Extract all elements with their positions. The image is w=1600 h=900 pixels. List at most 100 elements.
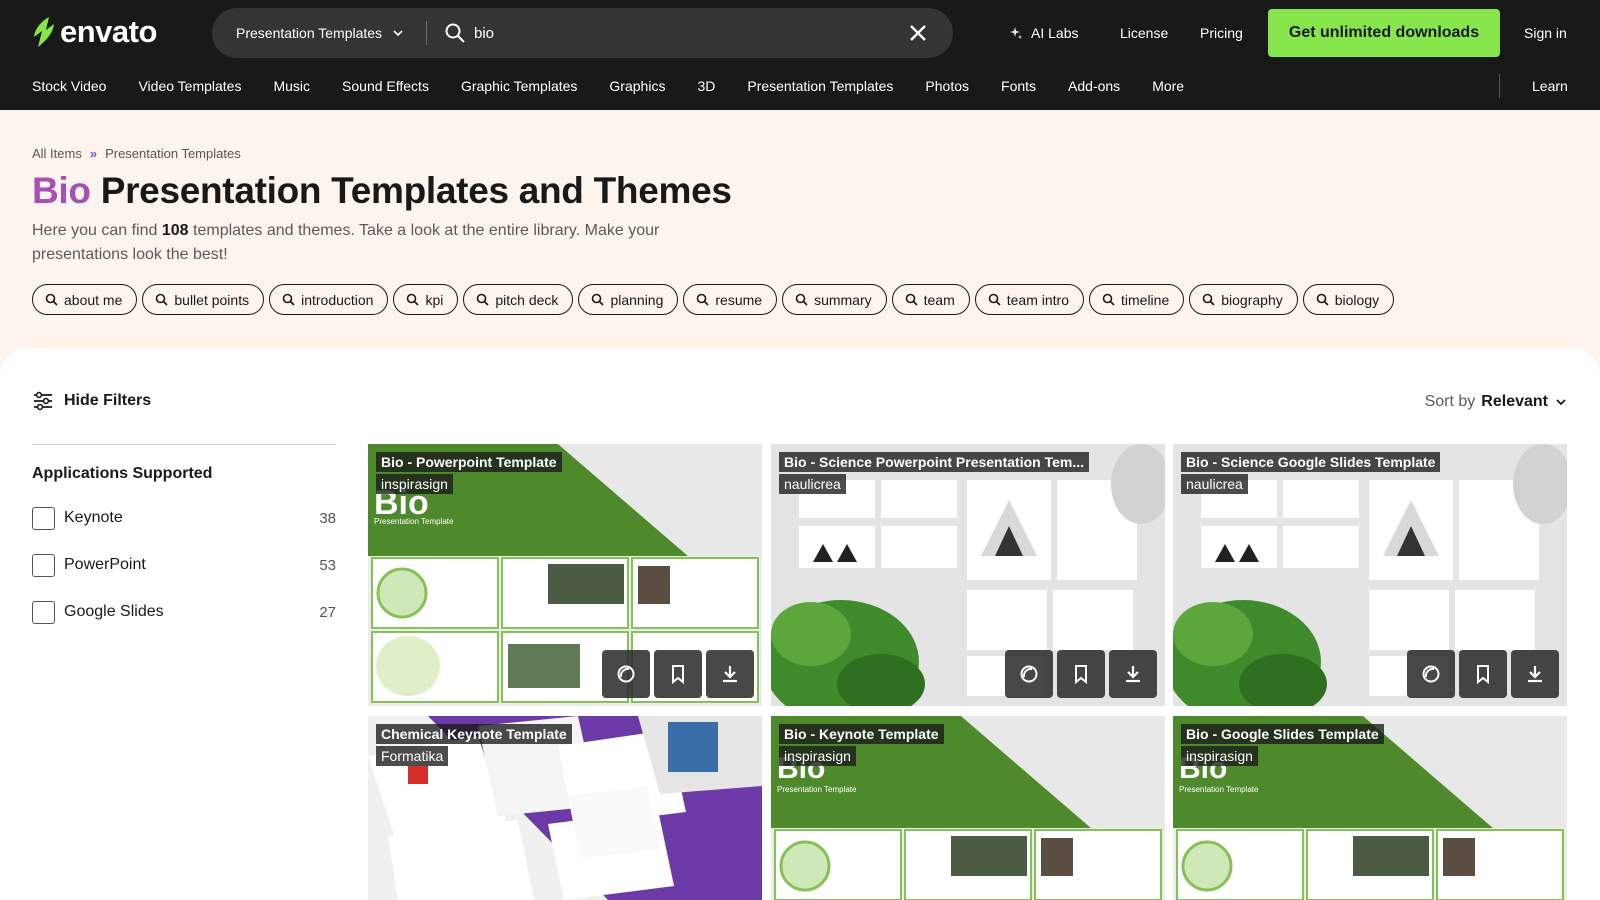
ai-labs-link[interactable]: AI Labs — [1009, 8, 1078, 58]
search-divider — [426, 21, 427, 45]
item-author[interactable]: inspirasign — [779, 746, 856, 766]
category-add-ons[interactable]: Add-ons — [1068, 78, 1120, 94]
tag-team[interactable]: team — [891, 284, 970, 315]
tag-timeline[interactable]: timeline — [1089, 284, 1185, 315]
item-author[interactable]: naulicrea — [1181, 474, 1248, 494]
pricing-link[interactable]: Pricing — [1200, 8, 1243, 58]
related-tags: about me bullet points introduction kpi … — [32, 284, 1395, 315]
tag-label: biography — [1221, 291, 1283, 308]
tag-label: summary — [814, 291, 872, 308]
description-pre: Here you can find — [32, 222, 158, 239]
sort-dropdown[interactable]: Sort by Relevant — [1425, 393, 1568, 411]
envato-logo[interactable]: envato — [32, 14, 157, 50]
chevron-down-icon — [1556, 399, 1566, 406]
bookmark-icon — [672, 665, 684, 685]
bookmark-button[interactable] — [1459, 650, 1507, 698]
download-button[interactable] — [1109, 650, 1157, 698]
item-author[interactable]: naulicrea — [779, 474, 846, 494]
download-icon — [1528, 666, 1542, 683]
filter-google-slides[interactable]: Google Slides 27 — [32, 600, 336, 624]
license-link[interactable]: License — [1120, 8, 1168, 58]
item-title[interactable]: Bio - Keynote Template — [779, 724, 944, 744]
bookmark-button[interactable] — [654, 650, 702, 698]
category-stock-video[interactable]: Stock Video — [32, 78, 106, 94]
category-photos[interactable]: Photos — [925, 78, 969, 94]
checkbox[interactable] — [32, 506, 55, 530]
sign-in-link[interactable]: Sign in — [1524, 8, 1567, 58]
tag-label: introduction — [301, 291, 374, 308]
search-input[interactable] — [474, 18, 894, 48]
category-more[interactable]: More — [1152, 78, 1184, 94]
search-category-select[interactable]: Presentation Templates — [236, 8, 404, 58]
tag-label: timeline — [1121, 291, 1170, 308]
tag-label: team intro — [1006, 291, 1069, 308]
item-author[interactable]: Formatika — [376, 746, 449, 766]
filter-label: PowerPoint — [64, 556, 146, 573]
item-card[interactable]: Bio Presentation Template Bio - Keynote … — [771, 716, 1165, 900]
filter-sliders-icon — [34, 391, 52, 411]
search-category-label: Presentation Templates — [236, 25, 383, 41]
tag-biography[interactable]: biography — [1189, 284, 1298, 315]
download-icon — [1126, 666, 1140, 683]
category-music[interactable]: Music — [273, 78, 310, 94]
tag-team-intro[interactable]: team intro — [974, 284, 1084, 315]
search-icon — [445, 23, 465, 43]
sort-value: Relevant — [1481, 393, 1548, 410]
filter-count: 38 — [319, 509, 336, 527]
category-graphics[interactable]: Graphics — [609, 78, 665, 94]
tag-about-me[interactable]: about me — [32, 284, 138, 315]
find-similar-button[interactable] — [602, 650, 650, 698]
item-author[interactable]: inspirasign — [1181, 746, 1258, 766]
item-card[interactable]: Chemical Keynote Template Formatika — [368, 716, 762, 900]
filter-keynote[interactable]: Keynote 38 — [32, 506, 336, 530]
breadcrumb-all-items[interactable]: All Items — [32, 146, 82, 161]
breadcrumb-current[interactable]: Presentation Templates — [105, 146, 241, 161]
page-title: Bio Presentation Templates and Themes — [32, 170, 732, 212]
checkbox[interactable] — [32, 553, 55, 577]
category-sound-effects[interactable]: Sound Effects — [342, 78, 429, 94]
download-button[interactable] — [706, 650, 754, 698]
category-nav: Stock Video Video Templates Music Sound … — [32, 66, 1184, 106]
get-unlimited-downloads-button[interactable]: Get unlimited downloads — [1268, 9, 1500, 57]
close-icon[interactable] — [906, 21, 930, 45]
svg-text:Presentation Template: Presentation Template — [374, 517, 454, 526]
tag-bullet-points[interactable]: bullet points — [142, 284, 265, 315]
item-card[interactable]: Bio - Science Google Slides Template nau… — [1173, 444, 1567, 706]
item-title[interactable]: Bio - Science Powerpoint Presentation Te… — [779, 452, 1090, 472]
category-fonts[interactable]: Fonts — [1001, 78, 1036, 94]
item-author[interactable]: inspirasign — [376, 474, 453, 494]
find-similar-button[interactable] — [1005, 650, 1053, 698]
item-title[interactable]: Chemical Keynote Template — [376, 724, 572, 744]
tag-summary[interactable]: summary — [782, 284, 887, 315]
bookmark-button[interactable] — [1057, 650, 1105, 698]
download-button[interactable] — [1511, 650, 1559, 698]
tag-introduction[interactable]: introduction — [269, 284, 389, 315]
breadcrumb: All Items » Presentation Templates — [32, 146, 241, 161]
category-3d[interactable]: 3D — [697, 78, 715, 94]
item-card[interactable]: Bio Presentation Template Bio - Google S… — [1173, 716, 1567, 900]
item-title[interactable]: Bio - Google Slides Template — [1181, 724, 1384, 744]
category-video-templates[interactable]: Video Templates — [138, 78, 241, 94]
learn-link[interactable]: Learn — [1532, 66, 1568, 106]
item-title[interactable]: Bio - Powerpoint Template — [376, 452, 562, 472]
tag-planning[interactable]: planning — [578, 284, 679, 315]
hide-filters-button[interactable]: Hide Filters — [32, 391, 151, 411]
filter-powerpoint[interactable]: PowerPoint 53 — [32, 553, 336, 577]
envato-leaf-icon — [34, 17, 54, 47]
tag-kpi[interactable]: kpi — [393, 284, 459, 315]
category-presentation-templates[interactable]: Presentation Templates — [747, 78, 893, 94]
tag-pitch-deck[interactable]: pitch deck — [463, 284, 574, 315]
tag-label: bullet points — [174, 291, 250, 308]
checkbox[interactable] — [32, 600, 55, 624]
download-icon — [723, 666, 737, 683]
category-graphic-templates[interactable]: Graphic Templates — [461, 78, 577, 94]
item-title[interactable]: Bio - Science Google Slides Template — [1181, 452, 1441, 472]
tag-resume[interactable]: resume — [683, 284, 778, 315]
logo-text: envato — [60, 14, 157, 49]
item-card[interactable]: Bio - Science Powerpoint Presentation Te… — [771, 444, 1165, 706]
tag-biology[interactable]: biology — [1302, 284, 1395, 315]
item-card[interactable]: Bio Presentation Template Bio - Powerpoi… — [368, 444, 762, 706]
find-similar-button[interactable] — [1407, 650, 1455, 698]
svg-text:Presentation Template: Presentation Template — [1179, 785, 1259, 794]
ai-labs-label: AI Labs — [1031, 25, 1079, 41]
